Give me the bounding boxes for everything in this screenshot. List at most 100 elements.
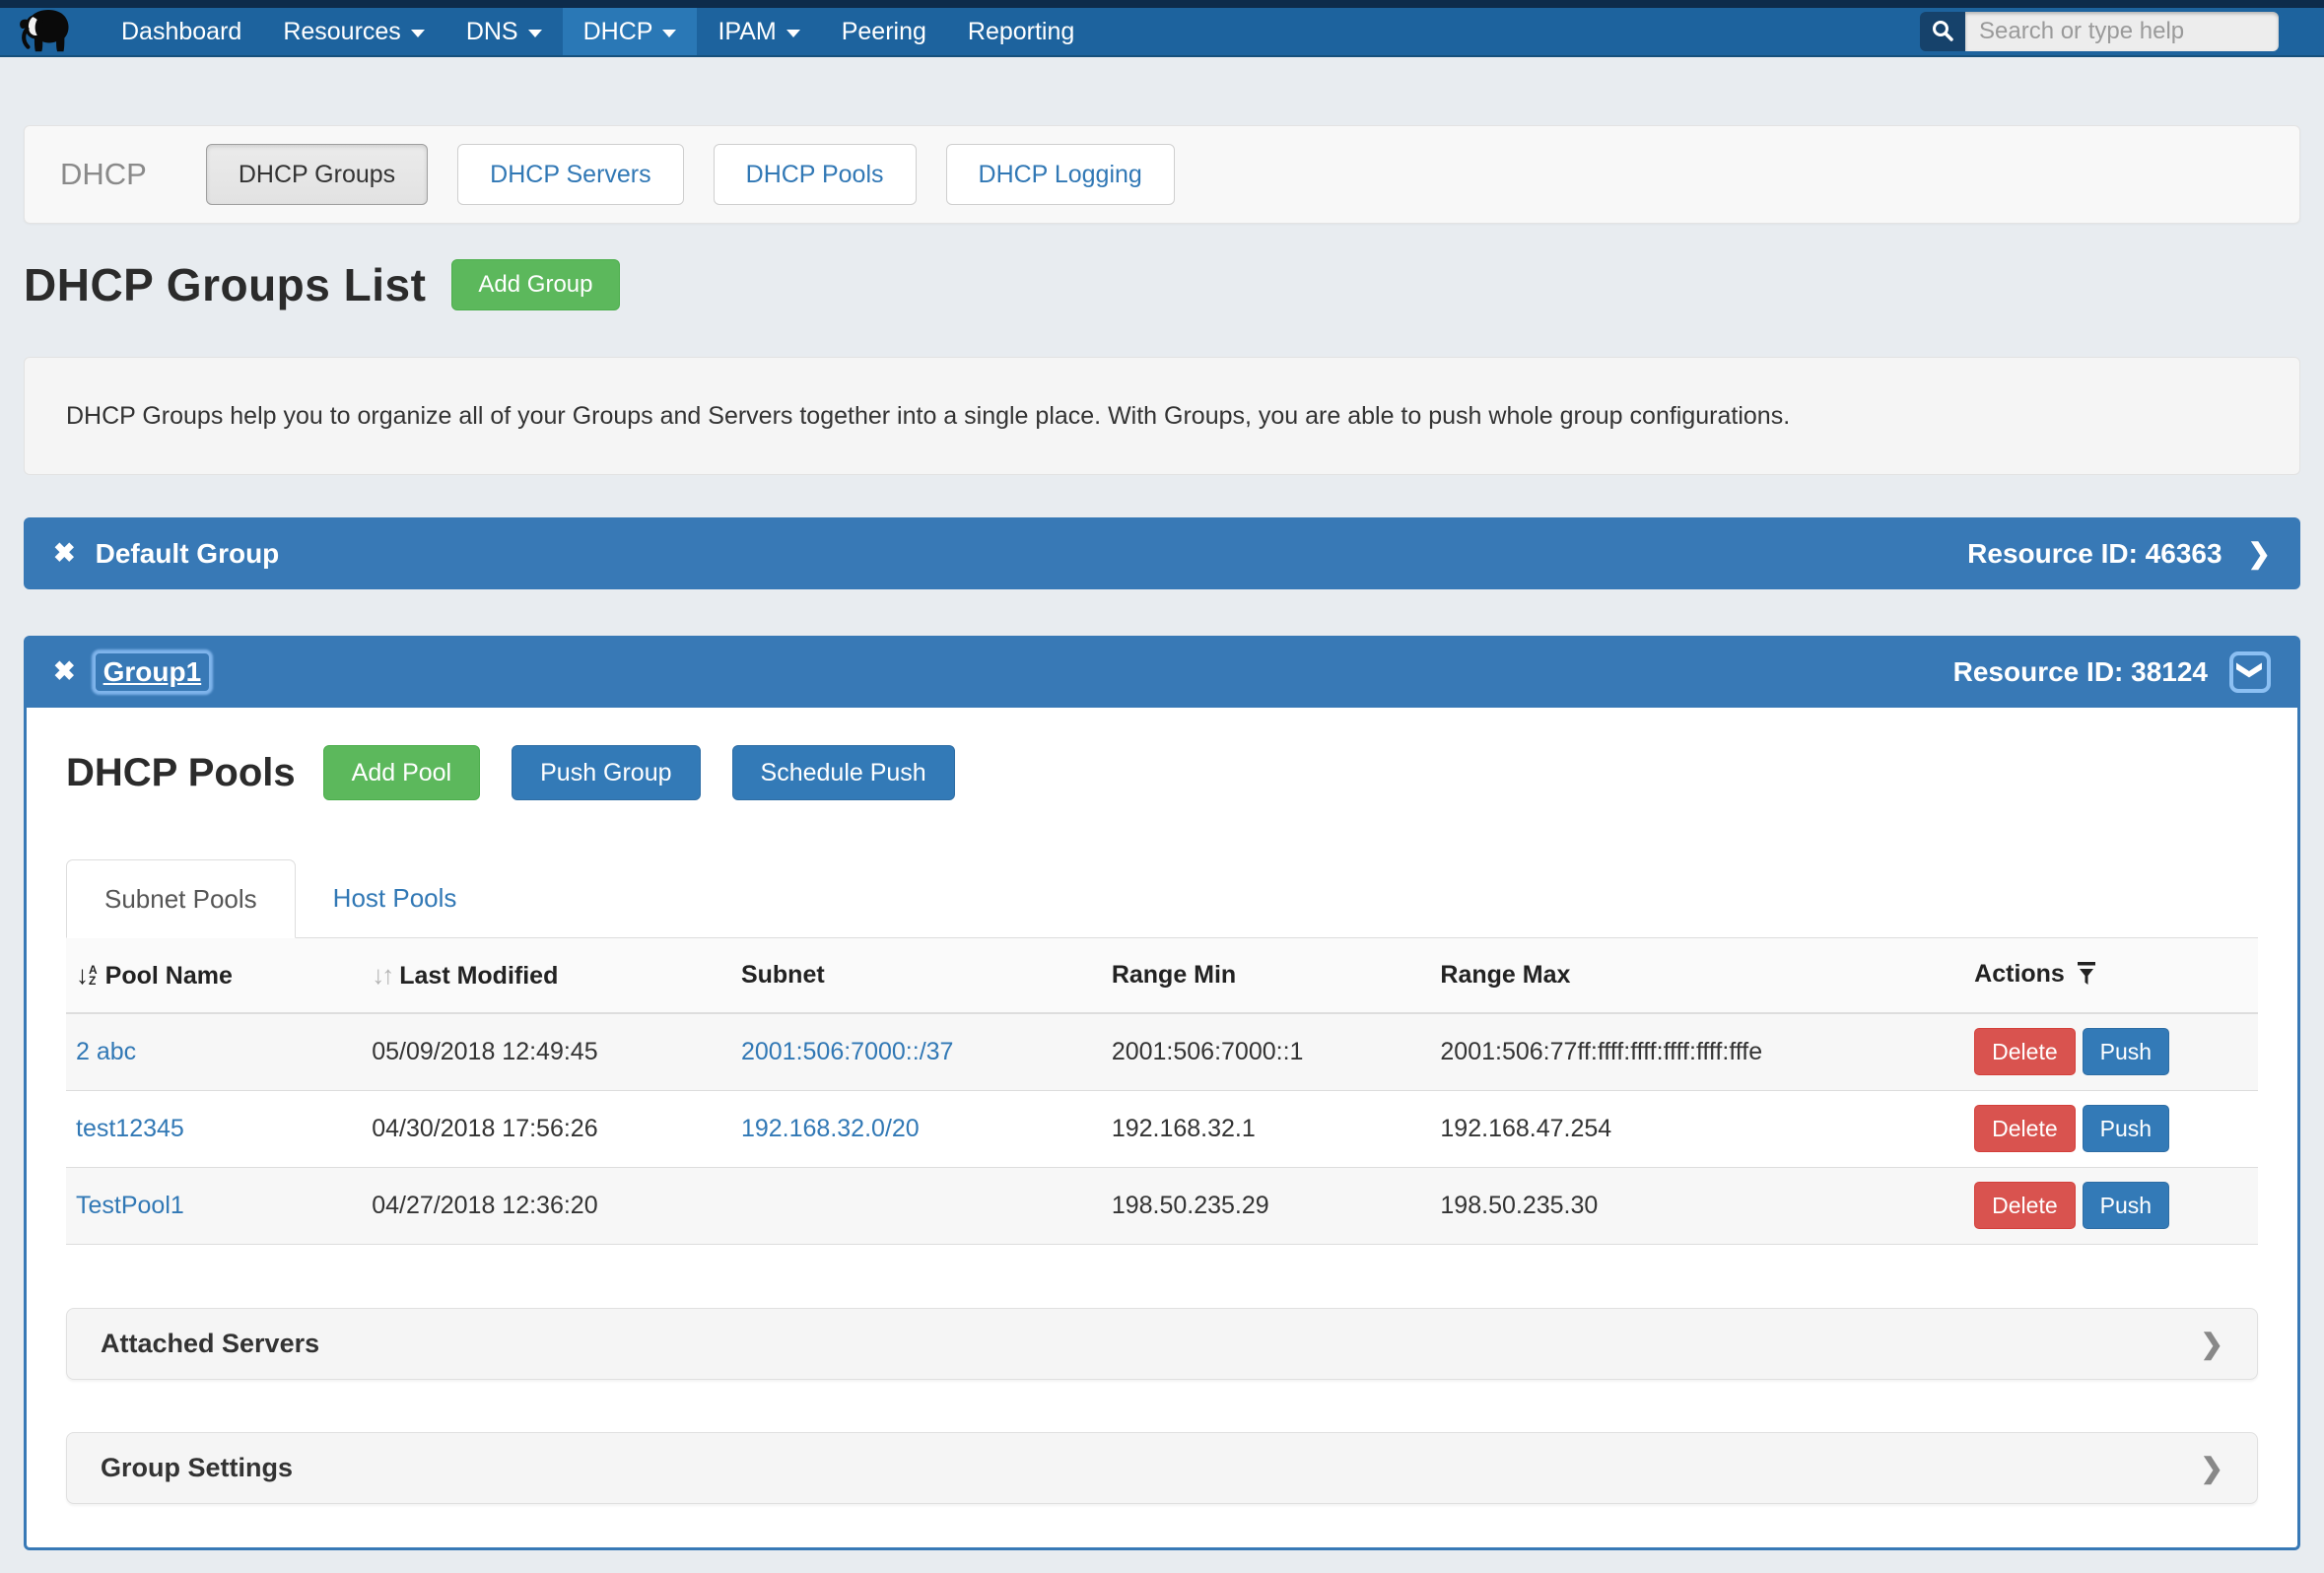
search-button[interactable] (1920, 12, 1965, 51)
nav-item-dhcp[interactable]: DHCP (563, 8, 698, 55)
pools-tabs: Subnet Pools Host Pools (66, 859, 2258, 938)
global-search (1920, 8, 2279, 55)
tab-subnet-pools[interactable]: Subnet Pools (66, 859, 296, 938)
group-bar-right: Resource ID: 38124 ❯ (1953, 651, 2271, 693)
group1-panel: DHCP Pools Add Pool Push Group Schedule … (24, 708, 2300, 1550)
nav-item-ipam[interactable]: IPAM (697, 8, 820, 55)
accordion-attached-servers[interactable]: Attached Servers ❯ (66, 1308, 2258, 1380)
subnav-button-dhcp-pools[interactable]: DHCP Pools (714, 144, 917, 205)
add-pool-button[interactable]: Add Pool (323, 745, 480, 800)
pool-name-link[interactable]: TestPool1 (76, 1192, 184, 1219)
delete-button[interactable]: Delete (1974, 1028, 2075, 1075)
pool-name-link[interactable]: 2 abc (76, 1038, 136, 1065)
column-label: Subnet (741, 961, 825, 989)
column-label: Range Min (1112, 961, 1236, 989)
close-icon[interactable]: ✖ (53, 656, 76, 687)
delete-button[interactable]: Delete (1974, 1182, 2075, 1229)
group-bar-default-group[interactable]: ✖ Default Group Resource ID: 46363 ❯ (24, 517, 2300, 589)
subnet-link[interactable]: 192.168.32.0/20 (741, 1115, 920, 1142)
column-header-last-modified[interactable]: ↓↑ Last Modified (362, 938, 721, 1013)
nav-item-peering[interactable]: Peering (821, 8, 947, 55)
subnav-button-dhcp-servers[interactable]: DHCP Servers (457, 144, 683, 205)
search-icon (1931, 19, 1954, 45)
page-content: DHCP DHCP Groups DHCP Servers DHCP Pools… (0, 125, 2324, 1550)
app-logo[interactable] (0, 8, 101, 55)
nav-item-label: IPAM (718, 18, 776, 46)
chevron-down-icon (662, 30, 676, 37)
accordion-label: Group Settings (101, 1453, 293, 1483)
schedule-push-button[interactable]: Schedule Push (732, 745, 955, 800)
chevron-right-icon[interactable]: ❯ (2248, 537, 2271, 570)
column-header-actions: Actions (1947, 938, 2258, 1013)
mammoth-logo-icon (18, 8, 73, 55)
subnet-link[interactable]: 2001:506:7000::/37 (741, 1038, 953, 1065)
subnet-pools-table: ↓AZ Pool Name ↓↑ Last Modified Subnet Rang… (66, 938, 2258, 1245)
description-box: DHCP Groups help you to organize all of … (24, 357, 2300, 475)
push-button[interactable]: Push (2083, 1182, 2169, 1229)
subnav-button-dhcp-groups[interactable]: DHCP Groups (206, 144, 428, 205)
tab-label: Subnet Pools (104, 884, 257, 915)
filter-icon[interactable] (2077, 963, 2096, 991)
nav-item-label: Dashboard (121, 18, 241, 46)
range-max-value: 198.50.235.30 (1440, 1192, 1598, 1219)
resource-id-label: Resource ID: 38124 (1953, 656, 2208, 688)
page-heading: DHCP Groups List Add Group (24, 257, 2300, 312)
column-label: Last Modified (399, 962, 558, 990)
collapse-toggle-button[interactable]: ❯ (2229, 651, 2271, 693)
column-header-pool-name[interactable]: ↓AZ Pool Name (66, 938, 362, 1013)
dhcp-subnav: DHCP DHCP Groups DHCP Servers DHCP Pools… (24, 125, 2300, 224)
column-header-range-max[interactable]: Range Max (1420, 938, 1947, 1013)
delete-button[interactable]: Delete (1974, 1105, 2075, 1152)
push-button[interactable]: Push (2083, 1105, 2169, 1152)
table-row: test12345 04/30/2018 17:56:26 192.168.32… (66, 1090, 2258, 1167)
range-min-value: 198.50.235.29 (1112, 1192, 1269, 1219)
nav-item-reporting[interactable]: Reporting (947, 8, 1095, 55)
accordion-label: Attached Servers (101, 1329, 319, 1359)
table-row: TestPool1 04/27/2018 12:36:20 198.50.235… (66, 1167, 2258, 1244)
pool-name-link[interactable]: test12345 (76, 1115, 184, 1142)
browser-top-strip (0, 0, 2324, 8)
push-group-button[interactable]: Push Group (512, 745, 700, 800)
chevron-down-icon (528, 30, 542, 37)
sort-az-icon[interactable]: ↓AZ (76, 960, 98, 991)
subnav-button-dhcp-logging[interactable]: DHCP Logging (946, 144, 1175, 205)
pools-heading: DHCP Pools Add Pool Push Group Schedule … (66, 745, 2258, 800)
nav-item-resources[interactable]: Resources (262, 8, 445, 55)
nav-item-label: Reporting (968, 18, 1074, 46)
nav-item-dashboard[interactable]: Dashboard (101, 8, 262, 55)
range-max-value: 2001:506:77ff:ffff:ffff:ffff:ffff:fffe (1440, 1038, 1762, 1065)
group-section-group1: ✖ Group1 Resource ID: 38124 ❯ DHCP Pools… (24, 636, 2300, 1550)
column-header-range-min[interactable]: Range Min (1092, 938, 1421, 1013)
chevron-right-icon: ❯ (2201, 1328, 2223, 1360)
range-min-value: 192.168.32.1 (1112, 1115, 1256, 1142)
table-row: 2 abc 05/09/2018 12:49:45 2001:506:7000:… (66, 1013, 2258, 1090)
resource-id-label: Resource ID: 46363 (1967, 538, 2221, 570)
group-name-link[interactable]: Group1 (96, 653, 210, 691)
group-bar-group1[interactable]: ✖ Group1 Resource ID: 38124 ❯ (24, 636, 2300, 708)
nav-item-label: DNS (466, 18, 518, 46)
last-modified-value: 05/09/2018 12:49:45 (372, 1038, 597, 1065)
chevron-right-icon: ❯ (2201, 1452, 2223, 1484)
nav-item-label: DHCP (583, 18, 653, 46)
column-label: Range Max (1440, 961, 1570, 989)
range-max-value: 192.168.47.254 (1440, 1115, 1611, 1142)
accordion-group-settings[interactable]: Group Settings ❯ (66, 1432, 2258, 1504)
tab-host-pools[interactable]: Host Pools (296, 859, 495, 937)
nav-item-dns[interactable]: DNS (445, 8, 563, 55)
search-input[interactable] (1965, 12, 2279, 51)
chevron-down-icon: ❯ (2235, 659, 2265, 680)
description-text: DHCP Groups help you to organize all of … (66, 402, 1790, 430)
page: Dashboard Resources DNS DHCP IPAM Peerin… (0, 0, 2324, 1573)
tab-label: Host Pools (333, 883, 457, 914)
chevron-down-icon (786, 30, 800, 37)
group-name: Default Group (96, 538, 280, 570)
nav-item-label: Peering (842, 18, 926, 46)
column-label: Pool Name (105, 962, 233, 990)
main-navbar: Dashboard Resources DNS DHCP IPAM Peerin… (0, 8, 2324, 57)
add-group-button[interactable]: Add Group (451, 259, 619, 310)
push-button[interactable]: Push (2083, 1028, 2169, 1075)
last-modified-value: 04/27/2018 12:36:20 (372, 1192, 597, 1219)
close-icon[interactable]: ✖ (53, 538, 76, 569)
sort-icon[interactable]: ↓↑ (372, 960, 391, 990)
column-header-subnet[interactable]: Subnet (721, 938, 1092, 1013)
